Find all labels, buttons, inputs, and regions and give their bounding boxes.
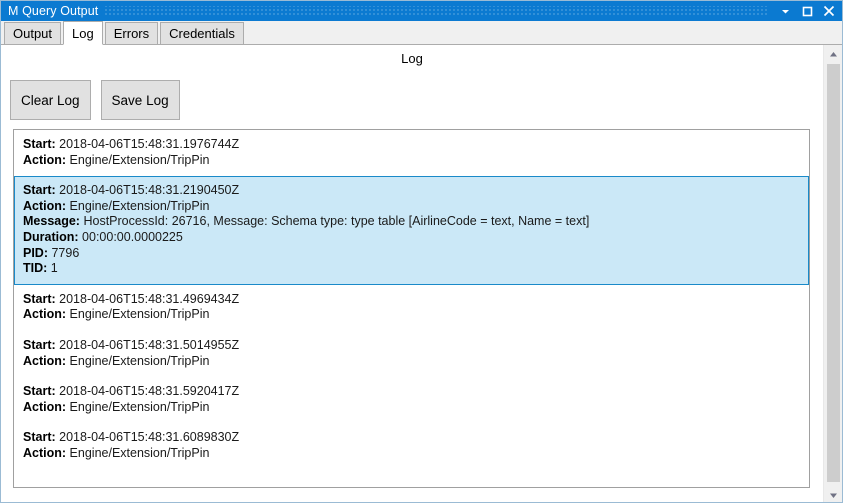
start-label: Start:	[23, 430, 56, 445]
window-title: M Query Output	[8, 4, 99, 18]
title-grip	[104, 6, 768, 16]
log-action-line: Action: Engine/Extension/TripPin	[23, 199, 800, 215]
tab-log[interactable]: Log	[63, 21, 103, 45]
action-label: Action:	[23, 198, 67, 213]
save-log-button[interactable]: Save Log	[100, 80, 180, 120]
start-value: 2018-04-06T15:48:31.1976744Z	[59, 137, 240, 151]
log-duration-line: Duration: 00:00:00.0000225	[23, 230, 800, 246]
log-start-line: Start: 2018-04-06T15:48:31.5920417Z	[23, 384, 800, 400]
action-value: Engine/Extension/TripPin	[69, 353, 210, 368]
log-start-line: Start: 2018-04-06T15:48:31.2190450Z	[23, 183, 800, 199]
message-label: Message:	[23, 214, 80, 229]
list-item[interactable]: Start: 2018-04-06T15:48:31.5920417Z Acti…	[14, 377, 809, 423]
tab-bar: Output Log Errors Credentials	[1, 21, 842, 45]
maximize-icon[interactable]	[796, 1, 818, 21]
action-label: Action:	[23, 353, 67, 368]
start-value: 2018-04-06T15:48:31.2190450Z	[59, 183, 240, 198]
action-value: Engine/Extension/TripPin	[69, 399, 210, 414]
scrollbar-thumb[interactable]	[827, 64, 840, 482]
log-action-line: Action: Engine/Extension/TripPin	[23, 307, 800, 323]
m-query-output-window: M Query Output Output Log Errors Credent…	[0, 0, 843, 503]
start-value: 2018-04-06T15:48:31.5014955Z	[59, 337, 240, 352]
log-action-line: Action: Engine/Extension/TripPin	[23, 400, 800, 416]
log-action-line: Action: Engine/Extension/TripPin	[23, 153, 800, 169]
start-value: 2018-04-06T15:48:31.6089830Z	[59, 430, 240, 445]
scroll-up-icon[interactable]	[824, 45, 842, 63]
list-item[interactable]: Start: 2018-04-06T15:48:31.4969434Z Acti…	[14, 285, 809, 331]
start-label: Start:	[23, 291, 56, 306]
window-controls	[774, 1, 842, 21]
start-label: Start:	[23, 384, 56, 399]
action-label: Action:	[23, 152, 67, 167]
title-bar[interactable]: M Query Output	[1, 1, 842, 21]
action-label: Action:	[23, 307, 67, 322]
pid-label: PID:	[23, 245, 48, 260]
start-value: 2018-04-06T15:48:31.5920417Z	[59, 384, 240, 399]
vertical-scrollbar[interactable]	[823, 45, 842, 502]
start-value: 2018-04-06T15:48:31.4969434Z	[59, 291, 240, 306]
action-label: Action:	[23, 399, 67, 414]
start-label: Start:	[23, 337, 56, 352]
clear-log-button[interactable]: Clear Log	[10, 80, 91, 120]
log-start-line: Start: 2018-04-06T15:48:31.6089830Z	[23, 430, 800, 446]
close-icon[interactable]	[818, 1, 840, 21]
log-pid-line: PID: 7796	[23, 246, 800, 262]
list-item[interactable]: Start: 2018-04-06T15:48:31.1976744Z Acti…	[14, 130, 809, 176]
minimize-icon[interactable]	[774, 1, 796, 21]
list-item[interactable]: Start: 2018-04-06T15:48:31.5014955Z Acti…	[14, 331, 809, 377]
log-tid-line: TID: 1	[23, 261, 800, 277]
log-action-line: Action: Engine/Extension/TripPin	[23, 446, 800, 462]
tid-value: 1	[50, 261, 58, 276]
action-value: Engine/Extension/TripPin	[69, 152, 210, 167]
action-value: Engine/Extension/TripPin	[69, 307, 210, 322]
action-value: Engine/Extension/TripPin	[69, 445, 210, 460]
start-label: Start:	[23, 137, 56, 151]
tab-errors[interactable]: Errors	[104, 22, 159, 44]
tab-output[interactable]: Output	[4, 22, 62, 44]
log-start-line: Start: 2018-04-06T15:48:31.1976744Z	[23, 137, 800, 153]
duration-value: 00:00:00.0000225	[82, 229, 183, 244]
tid-label: TID:	[23, 261, 48, 276]
log-start-line: Start: 2018-04-06T15:48:31.4969434Z	[23, 292, 800, 308]
action-value: Engine/Extension/TripPin	[69, 198, 210, 213]
message-value: HostProcessId: 26716, Message: Schema ty…	[83, 214, 590, 229]
list-item-selected[interactable]: Start: 2018-04-06T15:48:31.2190450Z Acti…	[14, 176, 809, 285]
tab-credentials[interactable]: Credentials	[160, 22, 244, 44]
duration-label: Duration:	[23, 229, 79, 244]
scroll-down-icon[interactable]	[824, 486, 842, 502]
pid-value: 7796	[51, 245, 80, 260]
log-toolbar: Clear Log Save Log	[10, 80, 180, 120]
start-label: Start:	[23, 183, 56, 198]
action-label: Action:	[23, 445, 67, 460]
log-panel: Log Clear Log Save Log Start: 2018-04-06…	[1, 45, 842, 502]
log-list[interactable]: Start: 2018-04-06T15:48:31.1976744Z Acti…	[13, 129, 810, 488]
page-title: Log	[401, 51, 423, 66]
log-start-line: Start: 2018-04-06T15:48:31.5014955Z	[23, 338, 800, 354]
list-item[interactable]: Start: 2018-04-06T15:48:31.6089830Z Acti…	[14, 423, 809, 469]
log-action-line: Action: Engine/Extension/TripPin	[23, 354, 800, 370]
log-message-line: Message: HostProcessId: 26716, Message: …	[23, 214, 800, 230]
